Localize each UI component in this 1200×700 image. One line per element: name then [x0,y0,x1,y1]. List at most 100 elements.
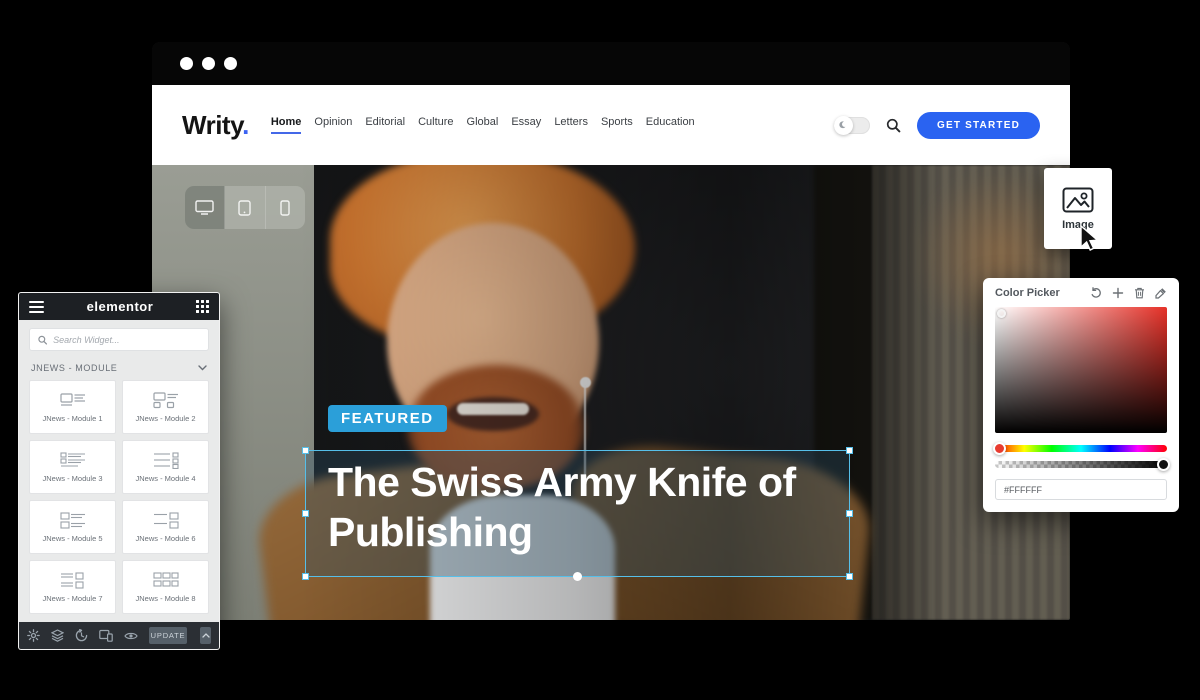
elementor-footer-toolbar: UPDATE [19,622,219,649]
alpha-slider[interactable] [995,461,1167,468]
nav-item-global[interactable]: Global [467,116,499,134]
resize-handle[interactable] [302,510,309,517]
elementor-panel: elementor JNEWS - MODULE [18,292,220,650]
navigator-layers-icon[interactable] [51,629,64,642]
widget-card-module-3[interactable]: JNews - Module 3 [29,440,116,494]
widget-card-module-8[interactable]: JNews - Module 8 [122,560,209,614]
nav-item-education[interactable]: Education [646,116,695,134]
hero-headline[interactable]: The Swiss Army Knife of Publishing [306,451,811,557]
window-dot [202,57,215,70]
nav-item-home[interactable]: Home [271,116,302,134]
chevron-down-icon [198,365,207,371]
resize-handle[interactable] [302,447,309,454]
header-actions: GET STARTED [834,112,1040,139]
widget-card-module-6[interactable]: JNews - Module 6 [122,500,209,554]
toggle-knob [834,116,853,135]
widget-card-module-1[interactable]: JNews - Module 1 [29,380,116,434]
widget-label: JNews - Module 3 [42,474,102,483]
search-icon[interactable] [886,118,901,133]
module-layout-icon [60,392,86,409]
get-started-button[interactable]: GET STARTED [917,112,1040,139]
page-background: Writy. Home Opinion Editorial Culture Gl… [0,0,1200,700]
nav-item-editorial[interactable]: Editorial [365,116,405,134]
add-swatch-icon[interactable] [1112,287,1124,299]
chevron-up-icon [202,633,210,638]
section-label: JNEWS - MODULE [31,363,117,373]
module-layout-icon [60,512,86,529]
module-layout-icon [153,452,179,469]
color-picker-header: Color Picker [995,287,1167,299]
elementor-selection-box[interactable]: The Swiss Army Knife of Publishing [305,450,850,577]
mouse-cursor-icon [1077,224,1101,252]
reset-icon[interactable] [1090,287,1102,299]
tablet-icon [238,200,251,216]
hue-slider-handle[interactable] [993,442,1006,455]
device-tablet-button[interactable] [225,186,265,229]
featured-badge: FEATURED [328,405,447,432]
eyedropper-icon[interactable] [1155,287,1167,299]
widget-grid: JNews - Module 1 JNews - Module 2 [19,380,219,614]
alpha-slider-handle[interactable] [1157,458,1170,471]
site-logo[interactable]: Writy. [182,110,249,141]
elementor-panel-header: elementor [19,293,219,320]
resize-handle[interactable] [302,573,309,580]
widget-label: JNews - Module 5 [42,534,102,543]
drag-handle[interactable] [573,572,582,581]
resize-handle[interactable] [846,510,853,517]
widget-card-module-5[interactable]: JNews - Module 5 [29,500,116,554]
widget-label: JNews - Module 1 [42,414,102,423]
widget-card-module-7[interactable]: JNews - Module 7 [29,560,116,614]
widget-card-module-4[interactable]: JNews - Module 4 [122,440,209,494]
widgets-grid-icon[interactable] [196,300,209,313]
hero-photo-hair [330,165,635,348]
resize-handle[interactable] [846,573,853,580]
nav-item-sports[interactable]: Sports [601,116,633,134]
widget-search-input[interactable] [53,335,200,345]
nav-item-culture[interactable]: Culture [418,116,453,134]
desktop-icon [195,200,214,215]
search-icon [38,335,47,345]
widget-label: JNews - Module 7 [42,594,102,603]
device-switcher [185,186,305,229]
widget-section-header[interactable]: JNEWS - MODULE [19,357,219,380]
device-mobile-button[interactable] [266,186,305,229]
update-button[interactable]: UPDATE [149,627,187,644]
browser-titlebar [152,42,1070,85]
preview-eye-icon[interactable] [124,631,138,641]
settings-gear-icon[interactable] [27,629,40,642]
nav-item-letters[interactable]: Letters [554,116,588,134]
nav-item-opinion[interactable]: Opinion [314,116,352,134]
widget-label: JNews - Module 4 [135,474,195,483]
site-header: Writy. Home Opinion Editorial Culture Gl… [152,85,1070,165]
update-options-caret[interactable] [200,627,211,644]
mobile-icon [280,200,290,216]
widget-label: JNews - Module 6 [135,534,195,543]
color-picker-toolbar [1090,287,1167,299]
dark-mode-toggle[interactable] [834,117,870,134]
hero-section: FEATURED The Swiss Army Knife of Publish… [152,165,1070,620]
resize-handle[interactable] [846,447,853,454]
hero-photo-earbud [580,377,591,388]
history-icon[interactable] [75,629,88,642]
widget-label: JNews - Module 8 [135,594,195,603]
device-desktop-button[interactable] [185,186,225,229]
hero-photo-mouth [447,397,539,431]
hex-color-input[interactable] [995,479,1167,500]
hue-slider[interactable] [995,445,1167,452]
module-layout-icon [153,392,179,409]
menu-icon[interactable] [29,301,44,313]
saturation-gradient-area[interactable] [995,307,1167,433]
module-layout-icon [60,572,86,589]
main-nav: Home Opinion Editorial Culture Global Es… [271,116,834,134]
module-layout-icon [60,452,86,469]
nav-item-essay[interactable]: Essay [511,116,541,134]
responsive-mode-icon[interactable] [99,629,113,642]
moon-icon [838,120,848,130]
trash-icon[interactable] [1134,287,1145,299]
color-picker-title: Color Picker [995,287,1060,299]
saturation-handle[interactable] [997,309,1006,318]
window-dot [224,57,237,70]
widget-card-module-2[interactable]: JNews - Module 2 [122,380,209,434]
image-icon [1062,187,1094,213]
elementor-title: elementor [44,299,196,314]
